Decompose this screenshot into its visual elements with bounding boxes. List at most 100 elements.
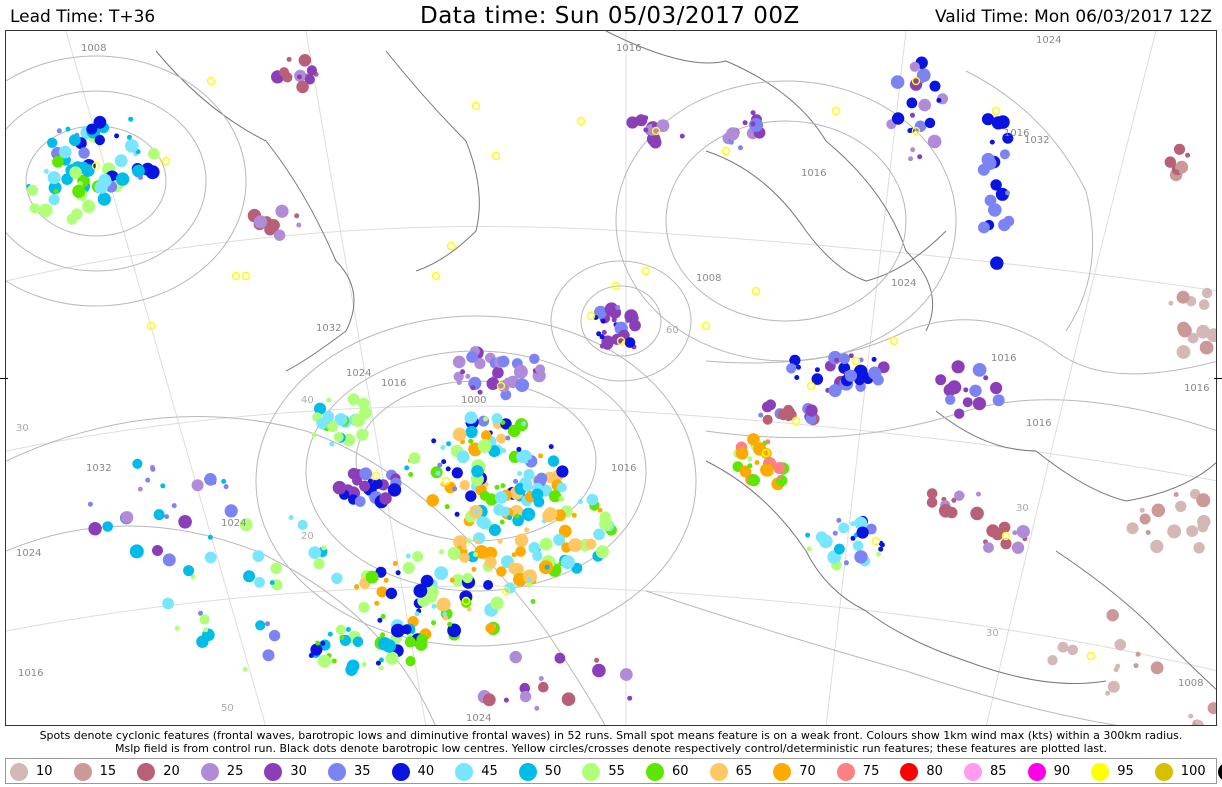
feature-spot	[315, 640, 321, 646]
control-run-marker	[161, 156, 171, 166]
legend-label: 40	[417, 764, 435, 779]
feature-spot	[404, 465, 410, 471]
feature-spot	[562, 545, 568, 551]
feature-spot	[191, 479, 204, 492]
feature-spot	[838, 522, 850, 534]
control-run-marker	[701, 321, 711, 331]
feature-spot	[483, 416, 488, 422]
feature-spot	[331, 658, 337, 664]
feature-spot	[456, 450, 470, 464]
feature-spot	[539, 537, 553, 551]
feature-spot	[150, 466, 156, 472]
feature-spot	[538, 681, 549, 693]
isobar-label: 1008	[1178, 678, 1203, 689]
feature-spot	[361, 661, 367, 667]
feature-spot	[114, 133, 120, 139]
feature-spot	[1164, 156, 1177, 168]
legend-color-swatch	[73, 763, 92, 781]
feature-spot	[1135, 651, 1141, 657]
feature-spot	[483, 580, 494, 590]
feature-spot	[1057, 641, 1069, 653]
feature-spot	[357, 397, 370, 410]
feature-spot	[1126, 522, 1139, 535]
feature-spot	[1199, 340, 1214, 355]
feature-spot	[529, 353, 540, 364]
feature-spot	[160, 483, 166, 489]
control-run-marker	[371, 471, 381, 481]
feature-spot	[164, 514, 170, 520]
feature-spot	[852, 540, 864, 552]
feature-spot	[556, 465, 569, 478]
feature-spot	[516, 446, 522, 452]
feature-spot	[414, 638, 428, 651]
control-run-marker	[231, 271, 241, 281]
legend-color-swatch	[836, 763, 855, 781]
feature-spot	[1188, 713, 1194, 719]
isobar-label: 1016	[18, 668, 43, 679]
feature-spot	[909, 61, 920, 72]
forecast-map[interactable]: 60 30 20 40 30 50 30 1008 1016 1024 1032 1024 1016 1…	[5, 30, 1217, 726]
feature-spot	[114, 154, 128, 168]
isobar-label: 1024	[1036, 35, 1061, 46]
isobar-label: 1016	[381, 378, 406, 389]
feature-spot	[534, 705, 540, 711]
control-run-marker	[446, 241, 456, 251]
feature-spot	[378, 665, 384, 671]
feature-spot	[294, 213, 300, 219]
legend-label: 100	[1180, 764, 1206, 779]
feature-spot	[29, 203, 40, 214]
feature-spot	[1105, 690, 1111, 696]
feature-spot	[560, 555, 575, 570]
feature-spot	[785, 409, 797, 421]
feature-spot	[559, 496, 565, 502]
feature-spot	[992, 394, 1005, 407]
feature-spot	[924, 117, 936, 129]
legend-color-swatch	[391, 763, 410, 781]
feature-spot	[345, 663, 358, 676]
feature-spot	[242, 666, 248, 672]
legend-label: 15	[99, 764, 117, 779]
control-run-marker	[431, 271, 441, 281]
isobar-labels: 1008 1016 1024 1032 1024 1016 1000 1016 1032 1024…	[16, 35, 1209, 724]
feature-spot	[554, 652, 566, 664]
feature-spot	[494, 491, 508, 504]
feature-spot	[938, 504, 953, 518]
feature-spot	[1011, 541, 1025, 554]
header-bar: Lead Time: T+36 Data time: Sun 05/03/201…	[0, 0, 1222, 30]
feature-spot	[441, 459, 447, 465]
control-run-marker	[751, 286, 761, 296]
feature-spot	[1193, 542, 1205, 554]
feature-spot	[962, 397, 973, 408]
feature-spot	[275, 204, 289, 218]
feature-spot	[505, 435, 511, 441]
feature-spot	[454, 511, 460, 517]
feature-spot	[372, 478, 383, 490]
feature-spot	[408, 452, 421, 465]
feature-spot	[444, 504, 450, 510]
feature-spot	[449, 577, 455, 583]
feature-spot	[501, 448, 507, 454]
feature-spot	[927, 134, 942, 149]
feature-spot	[1005, 190, 1010, 196]
feature-spot	[926, 497, 938, 508]
feature-spot	[624, 337, 636, 348]
legend-label: 45	[481, 764, 498, 779]
feature-spot	[488, 524, 501, 536]
legend-color-swatch	[1091, 763, 1110, 781]
feature-spot	[491, 413, 503, 424]
feature-spot	[1047, 655, 1058, 666]
feature-spot	[1198, 299, 1210, 310]
feature-spot	[335, 624, 346, 635]
feature-spot	[531, 488, 544, 501]
isobar-label: 1024	[346, 368, 371, 379]
control-run-marker	[806, 381, 816, 391]
legend-label: 10	[36, 764, 53, 779]
feature-spot	[1107, 680, 1120, 693]
feature-spot	[313, 558, 325, 570]
feature-spot	[474, 539, 480, 545]
feature-spot	[600, 318, 606, 324]
legend-label: 90	[1053, 764, 1071, 779]
feature-spot	[974, 508, 980, 514]
feature-spot	[395, 570, 401, 576]
feature-spot	[296, 74, 302, 80]
